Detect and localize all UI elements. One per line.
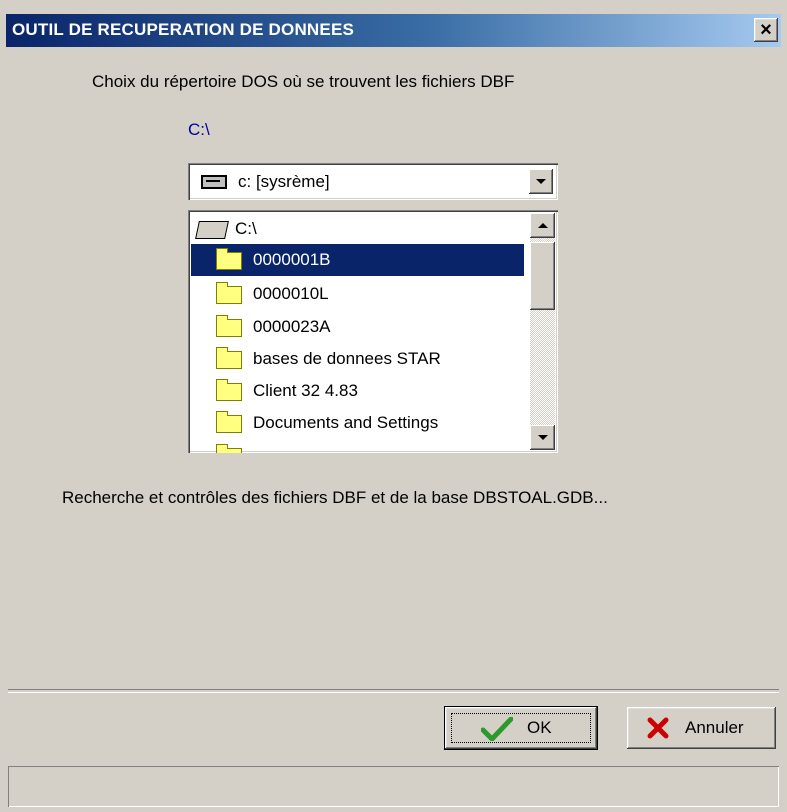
focus-rect: [451, 713, 591, 743]
folder-icon: [216, 282, 242, 304]
directory-item[interactable]: 0000001B: [191, 244, 524, 276]
chevron-down-icon: [537, 435, 548, 440]
folder-icon: [216, 347, 242, 369]
ok-button[interactable]: OK: [444, 706, 598, 750]
directory-item[interactable]: Documents and Settings: [191, 407, 524, 439]
directory-item-label: 0000023A: [253, 317, 331, 336]
directory-item-label: Client 32 4.83: [253, 381, 358, 400]
directory-item-label: Documents and Settings: [253, 413, 439, 432]
chevron-down-icon: [536, 179, 546, 184]
folder-icon: [216, 411, 242, 433]
directory-item-label: 0000001B: [253, 250, 331, 269]
directory-list[interactable]: C:\ 0000001B 0000010L 0000023A bases de …: [188, 210, 558, 453]
status-message: Recherche et contrôles des fichiers DBF …: [62, 488, 608, 507]
cancel-button[interactable]: Annuler: [627, 707, 776, 749]
divider: [8, 689, 779, 693]
drive-icon: [201, 175, 227, 189]
folder-icon: [216, 444, 242, 453]
chevron-up-icon: [537, 223, 548, 228]
drive-select-value: c: [sysrème]: [238, 172, 330, 191]
folder-icon: [216, 248, 242, 270]
dialog-window: OUTIL DE RECUPERATION DE DONNEES × Choix…: [0, 0, 787, 812]
directory-root-label: C:\: [235, 219, 257, 238]
scroll-up-button[interactable]: [530, 213, 555, 238]
checkmark-icon: [481, 717, 513, 741]
open-folder-icon: [195, 221, 229, 239]
directory-item[interactable]: 0000010L: [191, 278, 524, 310]
scroll-thumb[interactable]: [530, 242, 555, 310]
directory-item-partial[interactable]: [191, 440, 524, 453]
scroll-down-button[interactable]: [530, 425, 555, 450]
directory-item[interactable]: Client 32 4.83: [191, 375, 524, 407]
close-icon: ×: [760, 19, 772, 41]
folder-icon: [216, 379, 242, 401]
x-icon: [647, 717, 669, 739]
ok-button-label: OK: [527, 718, 552, 737]
folder-icon: [216, 315, 242, 337]
status-bar: [8, 766, 779, 807]
directory-item-label: 0000010L: [253, 284, 329, 303]
drive-dropdown-button[interactable]: [529, 169, 553, 194]
directory-item-label: bases de donnees STAR: [253, 349, 441, 368]
directory-scrollbar[interactable]: [530, 213, 555, 450]
cancel-button-label: Annuler: [685, 718, 744, 737]
directory-item[interactable]: 0000023A: [191, 311, 524, 343]
folder-prompt-label: Choix du répertoire DOS où se trouvent l…: [92, 72, 515, 91]
window-title: OUTIL DE RECUPERATION DE DONNEES: [12, 20, 355, 39]
directory-item[interactable]: bases de donnees STAR: [191, 343, 524, 375]
title-bar[interactable]: OUTIL DE RECUPERATION DE DONNEES ×: [6, 14, 781, 47]
directory-root-item[interactable]: C:\: [191, 213, 524, 245]
close-button[interactable]: ×: [754, 18, 778, 42]
current-path-label: C:\: [188, 120, 210, 139]
drive-select[interactable]: c: [sysrème]: [188, 163, 558, 200]
